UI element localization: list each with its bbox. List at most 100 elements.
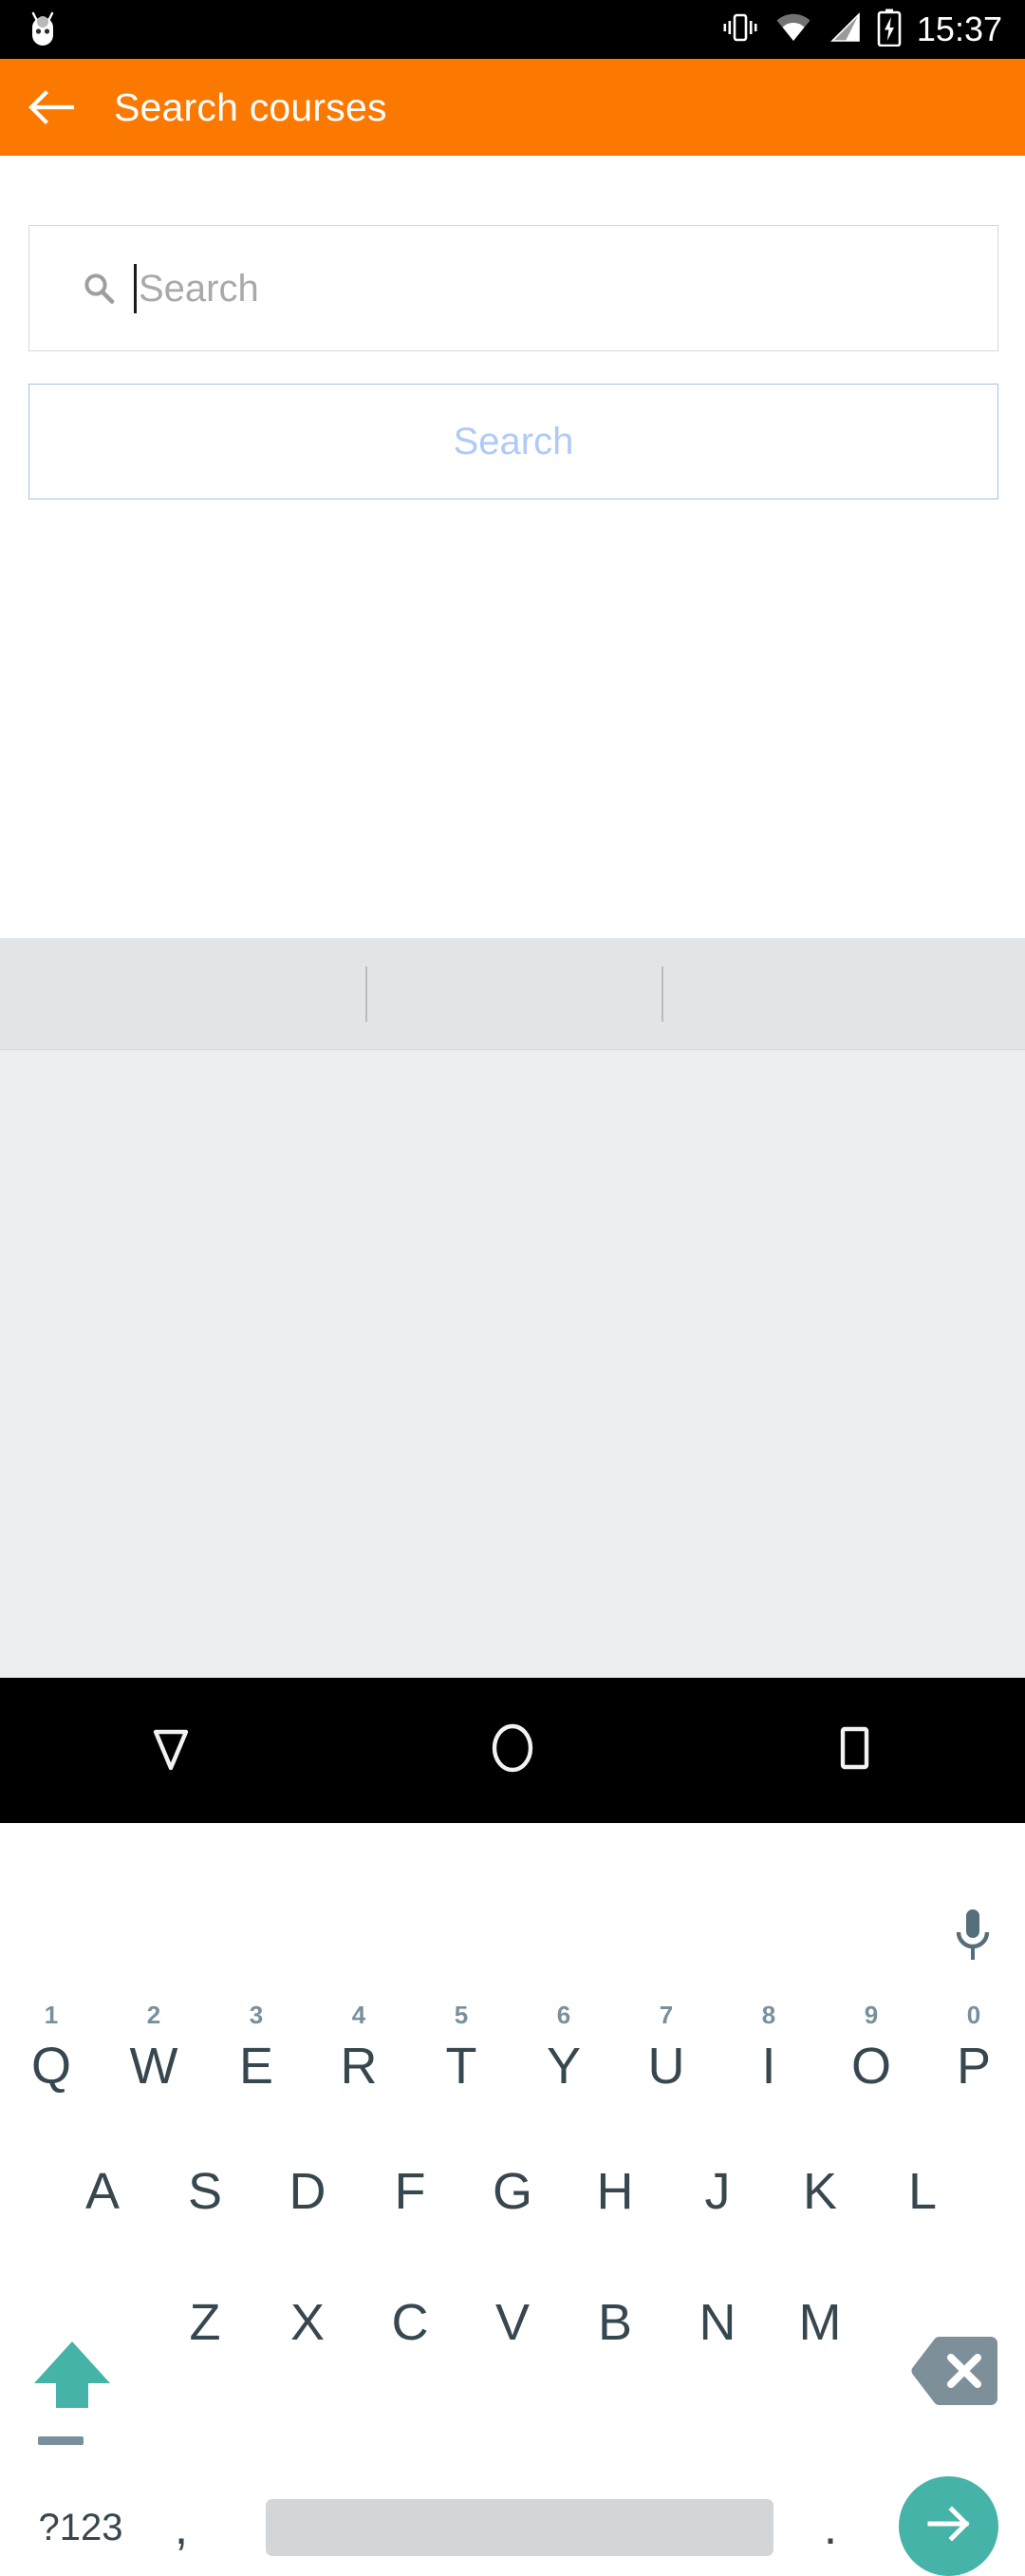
key-e[interactable]: 3 E — [205, 2001, 308, 2102]
symbols-key[interactable]: ?123 — [28, 2498, 133, 2557]
back-arrow-icon[interactable] — [25, 81, 78, 134]
key-y[interactable]: 6 Y — [512, 2001, 615, 2102]
key-d[interactable]: D — [256, 2155, 359, 2228]
key-o-number: 9 — [864, 2001, 879, 2029]
space-key[interactable] — [266, 2499, 773, 2556]
key-t-label: T — [445, 2038, 477, 2095]
microphone-icon[interactable] — [951, 1907, 995, 1965]
key-z-label: Z — [189, 2294, 221, 2351]
key-u-label: U — [647, 2038, 685, 2095]
status-clock: 15:37 — [916, 9, 1002, 48]
key-g-label: G — [492, 2163, 532, 2220]
key-q-label: Q — [30, 2038, 71, 2095]
page-title: Search courses — [114, 85, 387, 129]
nav-home-button[interactable] — [456, 1694, 569, 1808]
vibrate-icon — [721, 10, 759, 49]
key-h[interactable]: H — [564, 2155, 666, 2228]
signal-icon — [828, 11, 862, 47]
key-h-label: H — [596, 2163, 634, 2220]
key-p[interactable]: 0 P — [922, 2001, 1025, 2102]
android-mascot-icon — [27, 8, 59, 52]
key-r-number: 4 — [351, 2001, 366, 2029]
key-t-number: 5 — [454, 2001, 469, 2029]
key-u[interactable]: 7 U — [615, 2001, 718, 2102]
key-m-label: M — [798, 2294, 842, 2351]
key-w[interactable]: 2 W — [102, 2001, 205, 2102]
battery-charging-icon — [877, 9, 902, 51]
key-y-label: Y — [546, 2038, 582, 2095]
app-bar: Search courses — [0, 59, 1025, 156]
search-input[interactable]: Search — [28, 225, 998, 351]
key-k-label: K — [802, 2163, 838, 2220]
key-x-label: X — [289, 2294, 326, 2351]
key-a-label: A — [84, 2163, 121, 2220]
key-i-number: 8 — [761, 2001, 776, 2029]
triangle-down-icon — [139, 1719, 203, 1782]
comma-key-label: , — [174, 2500, 189, 2555]
text-caret — [134, 263, 137, 313]
key-g[interactable]: G — [461, 2155, 564, 2228]
key-k[interactable]: K — [769, 2155, 871, 2228]
key-e-number: 3 — [249, 2001, 264, 2029]
key-q[interactable]: 1 Q — [0, 2001, 102, 2102]
key-a[interactable]: A — [51, 2155, 154, 2228]
key-w-label: W — [129, 2038, 178, 2095]
key-q-number: 1 — [44, 2001, 59, 2029]
content-area: Search Search — [0, 156, 1025, 938]
key-o[interactable]: 9 O — [820, 2001, 922, 2102]
key-t[interactable]: 5 T — [410, 2001, 512, 2102]
key-o-label: O — [850, 2038, 891, 2095]
key-f[interactable]: F — [359, 2155, 461, 2228]
key-r[interactable]: 4 R — [308, 2001, 410, 2102]
key-z[interactable]: Z — [154, 2286, 256, 2359]
key-i[interactable]: 8 I — [718, 2001, 820, 2102]
status-bar-left — [0, 8, 59, 52]
search-button-label: Search — [453, 420, 574, 462]
key-e-label: E — [238, 2038, 274, 2095]
key-f-label: F — [394, 2163, 426, 2220]
suggestion-divider — [365, 967, 367, 1022]
shift-key[interactable] — [27, 2315, 118, 2438]
period-key[interactable]: . — [792, 2498, 868, 2557]
key-p-number: 0 — [966, 2001, 981, 2029]
key-b-label: B — [597, 2294, 633, 2351]
on-screen-keyboard: 1 Q 2 W 3 E 4 R 5 T 6 Y 7 U 8 I 9 O 0 P … — [0, 938, 1025, 2576]
arrow-right-icon — [921, 2495, 978, 2557]
suggestion-divider — [662, 967, 663, 1022]
circle-icon — [483, 1719, 542, 1782]
square-icon — [825, 1719, 884, 1782]
shift-state-indicator — [38, 2436, 84, 2445]
key-j-label: J — [704, 2163, 731, 2220]
key-d-label: D — [289, 2163, 326, 2220]
enter-key[interactable] — [899, 2476, 998, 2576]
key-i-label: I — [761, 2038, 776, 2095]
key-l[interactable]: L — [871, 2155, 974, 2228]
key-n[interactable]: N — [666, 2286, 769, 2359]
comma-key[interactable]: , — [142, 2498, 220, 2557]
wifi-icon — [774, 12, 812, 47]
key-y-number: 6 — [556, 2001, 571, 2029]
suggestion-bar[interactable] — [0, 938, 1025, 1050]
nav-recents-button[interactable] — [797, 1694, 911, 1808]
key-v[interactable]: V — [461, 2286, 564, 2359]
key-s-label: S — [187, 2163, 223, 2220]
key-j[interactable]: J — [666, 2155, 769, 2228]
period-key-label: . — [823, 2500, 838, 2555]
key-u-number: 7 — [659, 2001, 674, 2029]
navigation-bar — [0, 1678, 1025, 1823]
key-v-label: V — [494, 2294, 531, 2351]
key-m[interactable]: M — [769, 2286, 871, 2359]
key-s[interactable]: S — [154, 2155, 256, 2228]
key-x[interactable]: X — [256, 2286, 359, 2359]
status-bar: 15:37 — [0, 0, 1025, 59]
backspace-key[interactable] — [911, 2335, 998, 2407]
search-input-placeholder: Search — [139, 267, 259, 310]
nav-back-button[interactable] — [114, 1694, 228, 1808]
key-l-label: L — [907, 2163, 938, 2220]
key-r-label: R — [340, 2038, 378, 2095]
key-b[interactable]: B — [564, 2286, 666, 2359]
search-button[interactable]: Search — [28, 384, 998, 499]
key-p-label: P — [956, 2038, 992, 2095]
status-bar-right: 15:37 — [721, 0, 1025, 59]
key-c[interactable]: C — [359, 2286, 461, 2359]
